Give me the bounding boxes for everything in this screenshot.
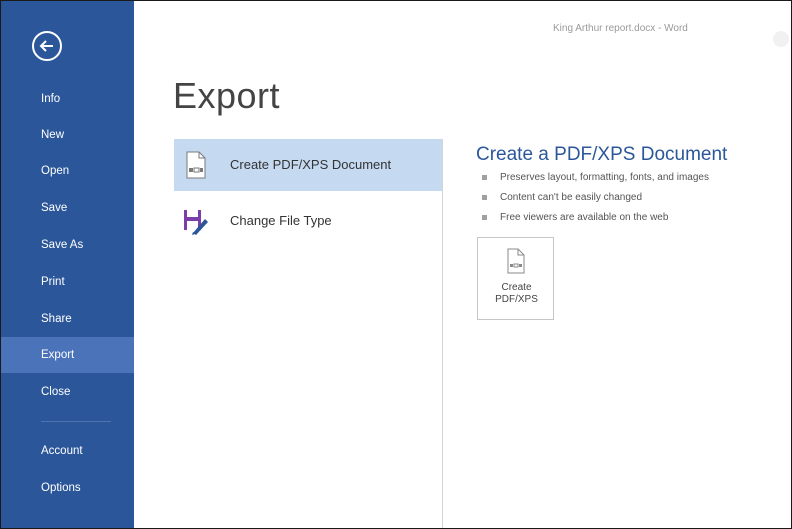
back-arrow-icon (39, 40, 53, 52)
bullet-item: Preserves layout, formatting, fonts, and… (482, 171, 709, 191)
word-backstage-window: Info New Open Save Save As Print Share E… (0, 0, 792, 529)
detail-bullets: Preserves layout, formatting, fonts, and… (482, 171, 709, 231)
option-label-create-pdf-xps: Create PDF/XPS Document (230, 157, 392, 172)
sidebar-divider (41, 421, 111, 422)
backstage-sidebar: Info New Open Save Save As Print Share E… (1, 1, 134, 528)
sidebar-item-share[interactable]: Share (1, 301, 134, 337)
option-label-change-file-type: Change File Type (230, 213, 332, 228)
pdf-document-icon (507, 248, 525, 274)
detail-title: Create a PDF/XPS Document (476, 144, 728, 165)
sidebar-item-save[interactable]: Save (1, 190, 134, 226)
export-options-panel: Create PDF/XPS Document Change File Type (174, 139, 443, 528)
sidebar-item-export[interactable]: Export (1, 337, 134, 373)
sidebar-item-options[interactable]: Options (1, 470, 134, 506)
sidebar-item-new[interactable]: New (1, 117, 134, 153)
bullet-square-icon (482, 215, 487, 220)
create-pdf-xps-button[interactable]: Create PDF/XPS (477, 237, 554, 320)
change-file-type-icon (184, 210, 208, 235)
bullet-item: Content can't be easily changed (482, 191, 709, 211)
bullet-square-icon (482, 175, 487, 180)
sidebar-item-close[interactable]: Close (1, 374, 134, 410)
option-create-pdf-xps[interactable]: Create PDF/XPS Document (174, 139, 442, 191)
window-title: King Arthur report.docx - Word (553, 23, 688, 34)
back-button[interactable] (32, 31, 62, 61)
pdf-document-icon (186, 151, 206, 179)
page-title: Export (173, 75, 281, 116)
sidebar-item-save-as[interactable]: Save As (1, 227, 134, 263)
sidebar-item-info[interactable]: Info (1, 81, 134, 117)
feedback-icon[interactable] (773, 31, 789, 47)
bullet-square-icon (482, 195, 487, 200)
sidebar-item-account[interactable]: Account (1, 433, 134, 469)
sidebar-item-open[interactable]: Open (1, 153, 134, 189)
create-pdf-xps-button-label: Create PDF/XPS (495, 282, 538, 305)
bullet-item: Free viewers are available on the web (482, 211, 709, 231)
option-change-file-type[interactable]: Change File Type (174, 195, 442, 247)
sidebar-item-print[interactable]: Print (1, 264, 134, 300)
